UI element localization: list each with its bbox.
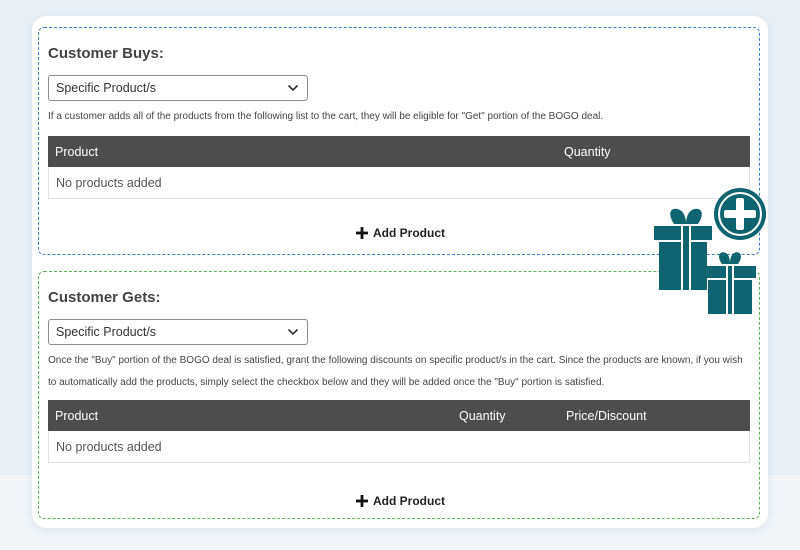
select-value: Specific Product/s (56, 81, 157, 95)
empty-message: No products added (56, 176, 162, 190)
customer-gets-title: Customer Gets: (48, 289, 161, 306)
plus-icon (356, 495, 368, 507)
chevron-down-icon (287, 328, 299, 336)
customer-gets-description: Once the "Buy" portion of the BOGO deal … (48, 355, 743, 388)
customer-buys-title: Customer Buys: (48, 45, 164, 62)
add-product-label: Add Product (373, 226, 445, 240)
column-header-product: Product (55, 145, 99, 159)
add-product-label: Add Product (373, 494, 445, 508)
select-value: Specific Product/s (56, 325, 157, 339)
table-header: Product Quantity (48, 136, 750, 167)
column-header-quantity: Quantity (459, 409, 506, 423)
table-empty-row: No products added (48, 167, 750, 199)
chevron-down-icon (287, 84, 299, 92)
table-header: Product Quantity Price/Discount (48, 400, 750, 431)
add-get-product-button[interactable]: Add Product (356, 494, 445, 508)
column-header-product: Product (55, 409, 99, 423)
add-buy-product-button[interactable]: Add Product (356, 226, 445, 240)
table-empty-row: No products added (48, 431, 750, 463)
column-header-quantity: Quantity (564, 145, 611, 159)
plus-icon (356, 227, 368, 239)
column-header-price-discount: Price/Discount (566, 409, 647, 423)
customer-buys-type-select[interactable]: Specific Product/s (48, 75, 308, 101)
empty-message: No products added (56, 440, 162, 454)
gift-boxes-with-plus-icon (654, 188, 766, 314)
customer-buys-table: Product Quantity No products added (48, 136, 750, 199)
customer-gets-type-select[interactable]: Specific Product/s (48, 319, 308, 345)
customer-buys-description: If a customer adds all of the products f… (48, 111, 604, 122)
customer-gets-table: Product Quantity Price/Discount No produ… (48, 400, 750, 463)
